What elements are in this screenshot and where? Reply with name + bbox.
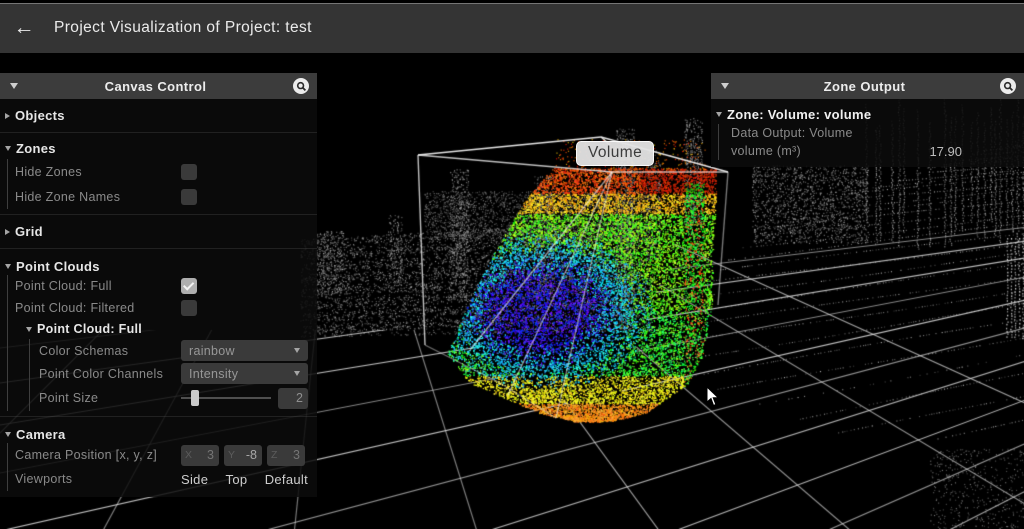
- camera-x-field[interactable]: X 3: [181, 445, 219, 466]
- title-bar: ← Project Visualization of Project: test: [0, 0, 1024, 53]
- point-size-slider[interactable]: [181, 390, 271, 406]
- data-output-label: Data Output: Volume: [731, 126, 853, 140]
- zone-output-panel: Zone Output Zone: Volume: volume Data Ou…: [711, 73, 1024, 167]
- camera-y-value: -8: [235, 448, 257, 462]
- zones-header[interactable]: Zones: [0, 137, 317, 159]
- dropdown-caret-icon: [294, 348, 300, 353]
- objects-label: Objects: [15, 108, 65, 123]
- camera-x-value: 3: [192, 448, 214, 462]
- collapse-point-clouds-icon[interactable]: [5, 264, 11, 269]
- point-size-label: Point Size: [39, 391, 181, 405]
- camera-z-value: 3: [277, 448, 300, 462]
- color-schemas-label: Color Schemas: [39, 344, 181, 358]
- pc-full-group-label: Point Cloud: Full: [37, 322, 142, 336]
- hide-zones-row: Hide Zones: [15, 159, 317, 184]
- viewport-side-button[interactable]: Side: [181, 472, 208, 487]
- hide-zones-label: Hide Zones: [15, 165, 181, 179]
- data-output-row: Data Output: Volume: [731, 124, 1024, 142]
- section-zones: Zones Hide Zones Hide Zone Names: [0, 133, 317, 215]
- point-color-channels-dropdown[interactable]: Intensity: [181, 363, 308, 384]
- collapse-panel-icon[interactable]: [721, 83, 729, 89]
- camera-position-label: Camera Position [x, y, z]: [15, 448, 181, 462]
- magnifier-glyph: [296, 81, 307, 92]
- zone-header-label: Zone: Volume: volume: [727, 107, 871, 122]
- point-clouds-children: Point Cloud: Full Point Cloud: Filtered …: [7, 275, 317, 411]
- panel-zoom-icon[interactable]: [1000, 78, 1016, 94]
- point-color-channels-label: Point Color Channels: [39, 367, 181, 381]
- zone-output-title: Zone Output: [729, 79, 1000, 94]
- collapse-zones-icon[interactable]: [5, 146, 11, 151]
- hide-zones-checkbox[interactable]: [181, 164, 197, 180]
- point-color-channels-row: Point Color Channels Intensity: [39, 362, 317, 385]
- pc-full-subheader[interactable]: Point Cloud: Full: [26, 319, 317, 339]
- camera-label: Camera: [16, 427, 66, 442]
- x-axis-label: X: [185, 449, 192, 461]
- pc-filtered-label: Point Cloud: Filtered: [15, 301, 181, 315]
- pc-full-checkbox[interactable]: [181, 278, 197, 294]
- y-axis-label: Y: [228, 449, 235, 461]
- volume-metric-row: volume (m³) 17.90: [731, 142, 1024, 160]
- canvas-control-title: Canvas Control: [18, 79, 293, 94]
- collapse-camera-icon[interactable]: [5, 432, 11, 437]
- point-clouds-header[interactable]: Point Clouds: [0, 253, 317, 275]
- pc-full-row: Point Cloud: Full: [15, 275, 317, 297]
- back-button[interactable]: ←: [4, 5, 44, 51]
- zone-volume-header[interactable]: Zone: Volume: volume: [711, 99, 1024, 124]
- volume-metric-label: volume (m³): [731, 144, 801, 158]
- pc-filtered-checkbox[interactable]: [181, 300, 197, 316]
- app-window: Volume ← Project Visualization of Projec…: [0, 0, 1024, 529]
- collapse-zone-icon[interactable]: [716, 112, 722, 117]
- expand-grid-icon[interactable]: [5, 229, 10, 235]
- point-size-row: Point Size 2: [39, 385, 317, 411]
- zone-output-header: Zone Output: [711, 73, 1024, 99]
- camera-position-row: Camera Position [x, y, z] X 3 Y -8: [15, 443, 317, 467]
- dropdown-caret-icon: [294, 371, 300, 376]
- hide-zone-names-row: Hide Zone Names: [15, 184, 317, 209]
- pc-filtered-row: Point Cloud: Filtered: [15, 297, 317, 319]
- section-camera: Camera Camera Position [x, y, z] X 3 Y: [0, 417, 317, 496]
- camera-children: Camera Position [x, y, z] X 3 Y -8: [7, 443, 317, 491]
- camera-header[interactable]: Camera: [0, 421, 317, 443]
- camera-z-field[interactable]: Z 3: [267, 445, 305, 466]
- viewports-row: Viewports Side Top Default: [15, 467, 317, 491]
- viewports-label: Viewports: [15, 472, 181, 486]
- panel-zoom-icon[interactable]: [293, 78, 309, 94]
- canvas-control-header: Canvas Control: [0, 73, 317, 99]
- canvas-control-panel: Canvas Control Objects Zones: [0, 73, 317, 497]
- section-grid[interactable]: Grid: [0, 215, 317, 249]
- camera-y-field[interactable]: Y -8: [224, 445, 262, 466]
- canvas-control-body: Objects Zones Hide Zones Hide Zone Names: [0, 99, 317, 497]
- color-schemas-value: rainbow: [189, 344, 294, 358]
- zones-children: Hide Zones Hide Zone Names: [7, 159, 317, 209]
- hide-zone-names-checkbox[interactable]: [181, 189, 197, 205]
- color-schemas-dropdown[interactable]: rainbow: [181, 340, 308, 361]
- page-title: Project Visualization of Project: test: [54, 19, 312, 37]
- viewport-top-button[interactable]: Top: [226, 472, 248, 487]
- volume-metric-value: 17.90: [929, 144, 962, 159]
- viewport-default-button[interactable]: Default: [265, 472, 308, 487]
- pc-full-subgroup: Point Cloud: Full Color Schemas rainbow: [26, 319, 317, 411]
- section-objects[interactable]: Objects: [0, 99, 317, 133]
- color-schemas-row: Color Schemas rainbow: [39, 339, 317, 362]
- zone-volume-label: Volume: [576, 141, 654, 166]
- point-color-channels-value: Intensity: [189, 367, 294, 381]
- zones-label: Zones: [16, 141, 56, 156]
- collapse-panel-icon[interactable]: [10, 83, 18, 89]
- pc-full-sub-children: Color Schemas rainbow Point Color Channe…: [29, 339, 317, 411]
- hide-zone-names-label: Hide Zone Names: [15, 190, 181, 204]
- magnifier-glyph: [1003, 81, 1014, 92]
- zone-output-body: Zone: Volume: volume Data Output: Volume…: [711, 99, 1024, 167]
- point-size-value[interactable]: 2: [278, 388, 308, 409]
- point-clouds-label: Point Clouds: [16, 259, 100, 274]
- expand-objects-icon[interactable]: [5, 113, 10, 119]
- pc-full-label: Point Cloud: Full: [15, 279, 181, 293]
- mouse-cursor: [706, 386, 721, 407]
- slider-handle[interactable]: [191, 390, 199, 406]
- grid-label: Grid: [15, 224, 43, 239]
- section-point-clouds: Point Clouds Point Cloud: Full Point Clo…: [0, 249, 317, 417]
- zone-children: Data Output: Volume volume (m³) 17.90: [718, 124, 1024, 160]
- collapse-pc-full-icon[interactable]: [26, 327, 32, 332]
